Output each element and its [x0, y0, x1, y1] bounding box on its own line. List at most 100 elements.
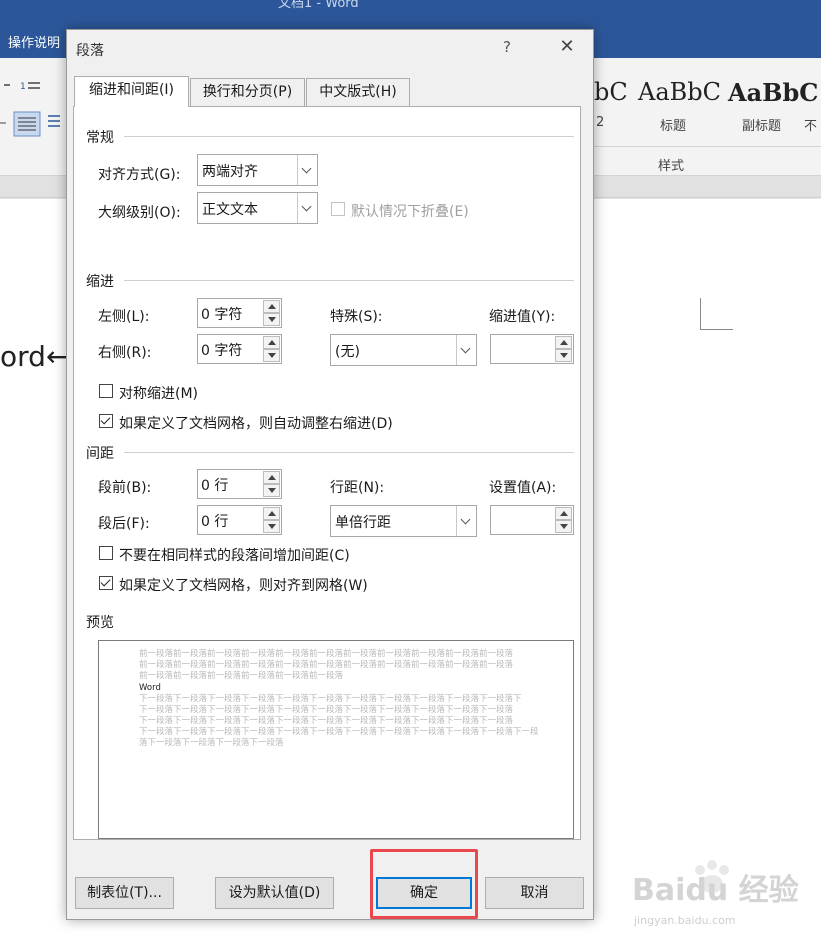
- spacing-after-label: 段后(F):: [98, 516, 150, 532]
- outline-level-value: 正文文本: [202, 202, 258, 218]
- tell-me-tab[interactable]: 操作说明: [8, 32, 60, 51]
- chevron-down-icon: [456, 506, 476, 536]
- mirror-indents-label: 对称缩进(M): [119, 386, 199, 402]
- section-preview: 预览: [86, 615, 114, 631]
- preview-next-paragraph: 下一段落下一段落下一段落下一段落下一段落下一段落下一段落下一段落下一段落下一段落…: [139, 727, 539, 737]
- spacing-after-value: 0 行: [201, 514, 229, 530]
- special-indent-label: 特殊(S):: [330, 309, 383, 325]
- alignment-select[interactable]: 两端对齐: [197, 154, 318, 186]
- close-button[interactable]: ✕: [553, 34, 581, 60]
- preview-next-paragraph: 下一段落下一段落下一段落下一段落下一段落下一段落下一段落下一段落下一段落下一段落…: [139, 716, 514, 726]
- indent-by-spinner[interactable]: [490, 334, 574, 364]
- chevron-down-icon: [297, 155, 317, 185]
- auto-adjust-right-indent-label: 如果定义了文档网格，则自动调整右缩进(D): [119, 416, 393, 432]
- dialog-title: 段落: [76, 43, 104, 59]
- special-indent-value: (无): [335, 344, 360, 360]
- justify-align-icon[interactable]: [13, 111, 41, 137]
- spacing-before-spinner[interactable]: 0 行: [197, 469, 282, 499]
- mirror-indents-checkbox[interactable]: [99, 384, 113, 398]
- style-gallery-label-more: 不: [804, 119, 818, 134]
- paragraph-format-icons[interactable]: 1: [0, 75, 66, 155]
- section-general: 常规: [86, 130, 114, 146]
- section-divider: [124, 280, 574, 281]
- spacing-after-spinner[interactable]: 0 行: [197, 505, 282, 535]
- cancel-button[interactable]: 取消: [485, 877, 584, 909]
- spacing-before-label: 段前(B):: [98, 480, 152, 496]
- spin-down-icon[interactable]: [263, 313, 280, 326]
- document-text: ord←: [0, 340, 70, 373]
- section-spacing: 间距: [86, 446, 114, 462]
- numbered-list-icon[interactable]: 1: [4, 82, 40, 92]
- special-indent-select[interactable]: (无): [330, 334, 477, 366]
- preview-pane: 前一段落前一段落前一段落前一段落前一段落前一段落前一段落前一段落前一段落前一段落…: [98, 640, 574, 839]
- no-space-same-style-label: 不要在相同样式的段落间增加间距(C): [119, 548, 350, 564]
- section-divider: [124, 136, 574, 137]
- spin-down-icon[interactable]: [263, 520, 280, 533]
- set-as-default-button[interactable]: 设为默认值(D): [215, 877, 334, 909]
- section-divider: [124, 452, 574, 453]
- tab-panel: 常规 对齐方式(G): 两端对齐 大纲级别(O): 正文文本 默认情况下折叠(E…: [73, 106, 581, 840]
- snap-to-grid-checkbox[interactable]: [99, 576, 113, 590]
- style-gallery-sample-subtitle[interactable]: AaBbC: [728, 78, 818, 107]
- spin-down-icon[interactable]: [263, 484, 280, 497]
- auto-adjust-right-indent-checkbox[interactable]: [99, 414, 113, 428]
- help-button[interactable]: ?: [503, 38, 511, 56]
- tab-indents-and-spacing[interactable]: 缩进和间距(I): [74, 76, 189, 107]
- watermark-brand: Baidu 经验: [632, 873, 799, 908]
- preview-current-paragraph: Word: [139, 683, 161, 693]
- preview-previous-paragraph: 前一段落前一段落前一段落前一段落前一段落前一段落: [139, 671, 344, 681]
- tab-line-and-page-breaks[interactable]: 换行和分页(P): [190, 78, 305, 106]
- spin-up-icon[interactable]: [263, 507, 280, 520]
- tabs-button[interactable]: 制表位(T)...: [75, 877, 174, 909]
- indent-right-label: 右侧(R):: [98, 345, 152, 361]
- style-gallery-label-title: 标题: [660, 119, 687, 134]
- spin-up-icon[interactable]: [263, 336, 280, 349]
- style-gallery-sample-heading2[interactable]: bC: [594, 78, 628, 106]
- indent-right-spinner[interactable]: 0 字符: [197, 334, 282, 364]
- preview-previous-paragraph: 前一段落前一段落前一段落前一段落前一段落前一段落前一段落前一段落前一段落前一段落…: [139, 649, 514, 659]
- section-indentation: 缩进: [86, 274, 114, 290]
- style-gallery-sample-title[interactable]: AaBbC: [638, 78, 721, 106]
- outline-level-label: 大纲级别(O):: [98, 205, 181, 221]
- preview-previous-paragraph: 前一段落前一段落前一段落前一段落前一段落前一段落前一段落前一段落前一段落前一段落…: [139, 660, 514, 670]
- spin-up-icon[interactable]: [263, 471, 280, 484]
- outline-level-select[interactable]: 正文文本: [197, 192, 318, 224]
- chevron-down-icon: [456, 335, 476, 365]
- indent-left-label: 左侧(L):: [98, 309, 150, 325]
- spacing-at-label: 设置值(A):: [489, 480, 557, 496]
- ribbon-group-styles-label: 样式: [658, 159, 685, 174]
- style-gallery-label-heading2: 2: [596, 115, 605, 130]
- indent-left-spinner[interactable]: 0 字符: [197, 298, 282, 328]
- line-spacing-value: 单倍行距: [335, 515, 391, 531]
- preview-next-paragraph: 落下一段落下一段落下一段落下一段落: [139, 738, 284, 748]
- spin-up-icon[interactable]: [555, 507, 572, 520]
- highlight-box-ok-button: [370, 849, 478, 919]
- spin-up-icon[interactable]: [263, 300, 280, 313]
- page-margin-mark: [700, 298, 733, 330]
- indent-left-value: 0 字符: [201, 307, 243, 323]
- watermark-url: jingyan.baidu.com: [634, 914, 736, 927]
- chevron-down-icon: [297, 193, 317, 223]
- spin-down-icon[interactable]: [555, 520, 572, 533]
- style-gallery-label-subtitle: 副标题: [742, 119, 782, 134]
- indent-by-label: 缩进值(Y):: [489, 309, 556, 325]
- indent-right-value: 0 字符: [201, 343, 243, 359]
- collapse-by-default-label: 默认情况下折叠(E): [351, 204, 469, 220]
- close-icon: ✕: [559, 36, 575, 57]
- tab-asian-typography[interactable]: 中文版式(H): [306, 78, 410, 106]
- spin-down-icon[interactable]: [263, 349, 280, 362]
- spacing-at-spinner[interactable]: [490, 505, 574, 535]
- alignment-value: 两端对齐: [202, 164, 258, 180]
- spacing-before-value: 0 行: [201, 478, 229, 494]
- no-space-same-style-checkbox[interactable]: [99, 546, 113, 560]
- word-window-title: 文档1 - Word: [278, 0, 359, 11]
- ribbon-group-divider: [594, 146, 821, 147]
- line-spacing-select[interactable]: 单倍行距: [330, 505, 477, 537]
- preview-next-paragraph: 下一段落下一段落下一段落下一段落下一段落下一段落下一段落下一段落下一段落下一段落…: [139, 705, 514, 715]
- line-spacing-icon[interactable]: [48, 115, 60, 127]
- alignment-label: 对齐方式(G):: [98, 167, 181, 183]
- collapse-by-default-checkbox[interactable]: [331, 202, 345, 216]
- spin-up-icon[interactable]: [555, 336, 572, 349]
- spin-down-icon[interactable]: [555, 349, 572, 362]
- svg-text:1: 1: [20, 82, 26, 92]
